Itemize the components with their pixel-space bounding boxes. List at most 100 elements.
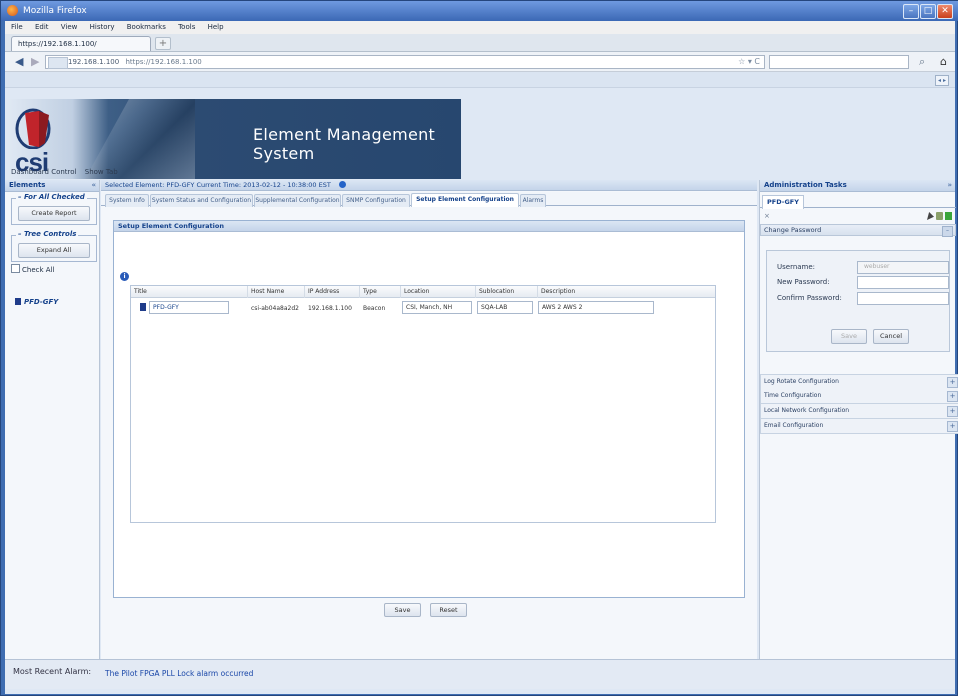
save-button[interactable]: Save (384, 603, 421, 617)
close-tab-icon[interactable]: × (764, 212, 770, 220)
tab-supplemental[interactable]: Supplemental Configuration (254, 194, 341, 207)
for-all-checked-group: – For All Checked Create Report (11, 193, 97, 225)
browser-tab[interactable]: https://192.168.1.100/ (11, 36, 151, 51)
maximize-button[interactable]: □ (920, 4, 936, 19)
new-tab-button[interactable]: + (155, 37, 171, 50)
tab-pfd-gfy[interactable]: PFD-GFY (762, 195, 804, 209)
menu-view[interactable]: View (61, 23, 78, 31)
back-arrow-icon[interactable]: ◀ (15, 56, 29, 68)
menu-history[interactable]: History (90, 23, 115, 31)
location-field[interactable]: CSI, Manch, NH (402, 301, 472, 314)
confirm-password-field[interactable] (857, 292, 949, 305)
menu-tools[interactable]: Tools (178, 23, 195, 31)
elements-panel: Elements « – For All Checked Create Repo… (5, 180, 100, 660)
tab-system-info[interactable]: System Info (105, 194, 149, 207)
check-all-row[interactable]: Check All (11, 264, 95, 274)
for-all-checked-label: For All Checked (23, 193, 85, 201)
dashboard-control-link[interactable]: Dashboard Control (11, 168, 77, 176)
forward-arrow-icon[interactable]: ▶ (31, 56, 41, 68)
col-title[interactable]: Title (131, 286, 248, 298)
tab-system-status[interactable]: System Status and Configuration (150, 194, 253, 207)
close-button[interactable]: ✕ (937, 4, 953, 19)
site-identity-icon[interactable] (48, 57, 68, 69)
browser-window: Mozilla Firefox – □ ✕ File Edit View His… (0, 0, 958, 696)
col-host-name[interactable]: Host Name (248, 286, 305, 298)
minimize-button[interactable]: – (903, 4, 919, 19)
menu-help[interactable]: Help (208, 23, 224, 31)
home-icon[interactable]: ⌂ (940, 55, 952, 68)
for-all-checked-legend[interactable]: – For All Checked (16, 193, 87, 201)
change-password-title: Change Password (764, 226, 822, 234)
tab-alarms[interactable]: Alarms (520, 194, 546, 207)
check-all-checkbox[interactable] (11, 264, 20, 273)
log-rotate-label: Log Rotate Configuration (764, 378, 839, 385)
pin-icon[interactable] (927, 212, 934, 220)
col-sublocation[interactable]: Sublocation (476, 286, 538, 298)
col-location[interactable]: Location (401, 286, 476, 298)
email-config-section[interactable]: Email Configuration + (760, 419, 958, 434)
search-icon[interactable]: ⌕ (919, 55, 925, 69)
element-icon (15, 298, 21, 305)
search-box[interactable] (769, 55, 909, 69)
title-field[interactable]: PFD-GFY (149, 301, 229, 314)
info-icon[interactable]: i (120, 272, 129, 281)
admin-panel-header: Administration Tasks » (760, 180, 955, 192)
log-rotate-section[interactable]: Log Rotate Configuration + (760, 374, 958, 390)
tree-node-pfd-gfy[interactable]: PFD-GFY (15, 297, 95, 307)
change-password-header[interactable]: Change Password – (760, 224, 956, 237)
local-network-section[interactable]: Local Network Configuration + (760, 404, 958, 419)
col-type[interactable]: Type (360, 286, 401, 298)
ip-address-cell: 192.168.1.100 (308, 305, 352, 312)
show-tab-link[interactable]: Show Tab (85, 168, 118, 176)
collapse-left-icon[interactable]: « (91, 180, 96, 191)
new-password-field[interactable] (857, 276, 949, 289)
password-save-button[interactable]: Save (831, 329, 867, 344)
col-ip-address[interactable]: IP Address (305, 286, 360, 298)
url-bar[interactable]: 192.168.1.100 https://192.168.1.100 ☆ ▾ … (45, 55, 765, 69)
create-report-button[interactable]: Create Report (18, 206, 90, 221)
element-tabs: System Info System Status and Configurat… (101, 192, 757, 207)
password-cancel-button[interactable]: Cancel (873, 329, 909, 344)
alarm-message-link[interactable]: The Pilot FPGA PLL Lock alarm occurred (105, 669, 253, 678)
collapse-icon[interactable]: ◂ ▸ (935, 75, 949, 86)
browser-tabstrip: https://192.168.1.100/ + (5, 34, 955, 52)
elements-panel-header: Elements « (5, 180, 99, 192)
menu-file[interactable]: File (11, 23, 23, 31)
tree-controls-label: Tree Controls (23, 230, 77, 238)
expand-plus-icon[interactable]: + (947, 421, 958, 432)
administration-panel: Administration Tasks » PFD-GFY × Change … (759, 180, 958, 660)
collapse-section-icon[interactable]: – (942, 226, 953, 237)
refresh-icon[interactable] (936, 212, 943, 220)
navigation-bar: ◀ ▶ 192.168.1.100 https://192.168.1.100 … (5, 52, 955, 72)
expand-plus-icon[interactable]: + (947, 391, 958, 402)
tab-snmp[interactable]: SNMP Configuration (342, 194, 410, 207)
confirm-password-label: Confirm Password: (777, 294, 842, 302)
col-description[interactable]: Description (538, 286, 715, 298)
reload-icon[interactable]: ☆ ▾ C (738, 56, 760, 68)
email-config-label: Email Configuration (764, 422, 824, 429)
tab-setup-element[interactable]: Setup Element Configuration (411, 193, 519, 207)
admin-toolbar: × (760, 210, 956, 224)
username-label: Username: (777, 263, 816, 271)
collapse-right-icon[interactable]: » (947, 180, 952, 191)
menu-edit[interactable]: Edit (35, 23, 49, 31)
sublocation-field[interactable]: SQA-LAB (477, 301, 533, 314)
time-config-section[interactable]: Time Configuration + (760, 389, 958, 404)
center-panel: Selected Element: PFD-GFY Current Time: … (101, 180, 757, 660)
description-field[interactable]: AWS 2 AWS 2 (538, 301, 654, 314)
type-cell: Beacon (363, 305, 386, 312)
element-grid: Title Host Name IP Address Type Location… (130, 285, 716, 523)
change-password-form: Username: webuser New Password: Confirm … (766, 250, 950, 352)
expand-plus-icon[interactable]: + (947, 377, 958, 388)
alarm-footer: Most Recent Alarm: The Pilot FPGA PLL Lo… (5, 659, 955, 689)
reset-button[interactable]: Reset (430, 603, 467, 617)
green-status-icon[interactable] (945, 212, 952, 220)
expand-all-button[interactable]: Expand All (18, 243, 90, 258)
menu-bookmarks[interactable]: Bookmarks (127, 23, 166, 31)
url-text: https://192.168.1.100 (125, 58, 202, 66)
url-site-label: 192.168.1.100 (68, 58, 120, 66)
tree-controls-legend[interactable]: – Tree Controls (16, 230, 79, 238)
expand-plus-icon[interactable]: + (947, 406, 958, 417)
username-field: webuser (857, 261, 949, 274)
table-row[interactable]: PFD-GFY csi-ab04a8a2d2 192.168.1.100 Bea… (131, 300, 715, 318)
